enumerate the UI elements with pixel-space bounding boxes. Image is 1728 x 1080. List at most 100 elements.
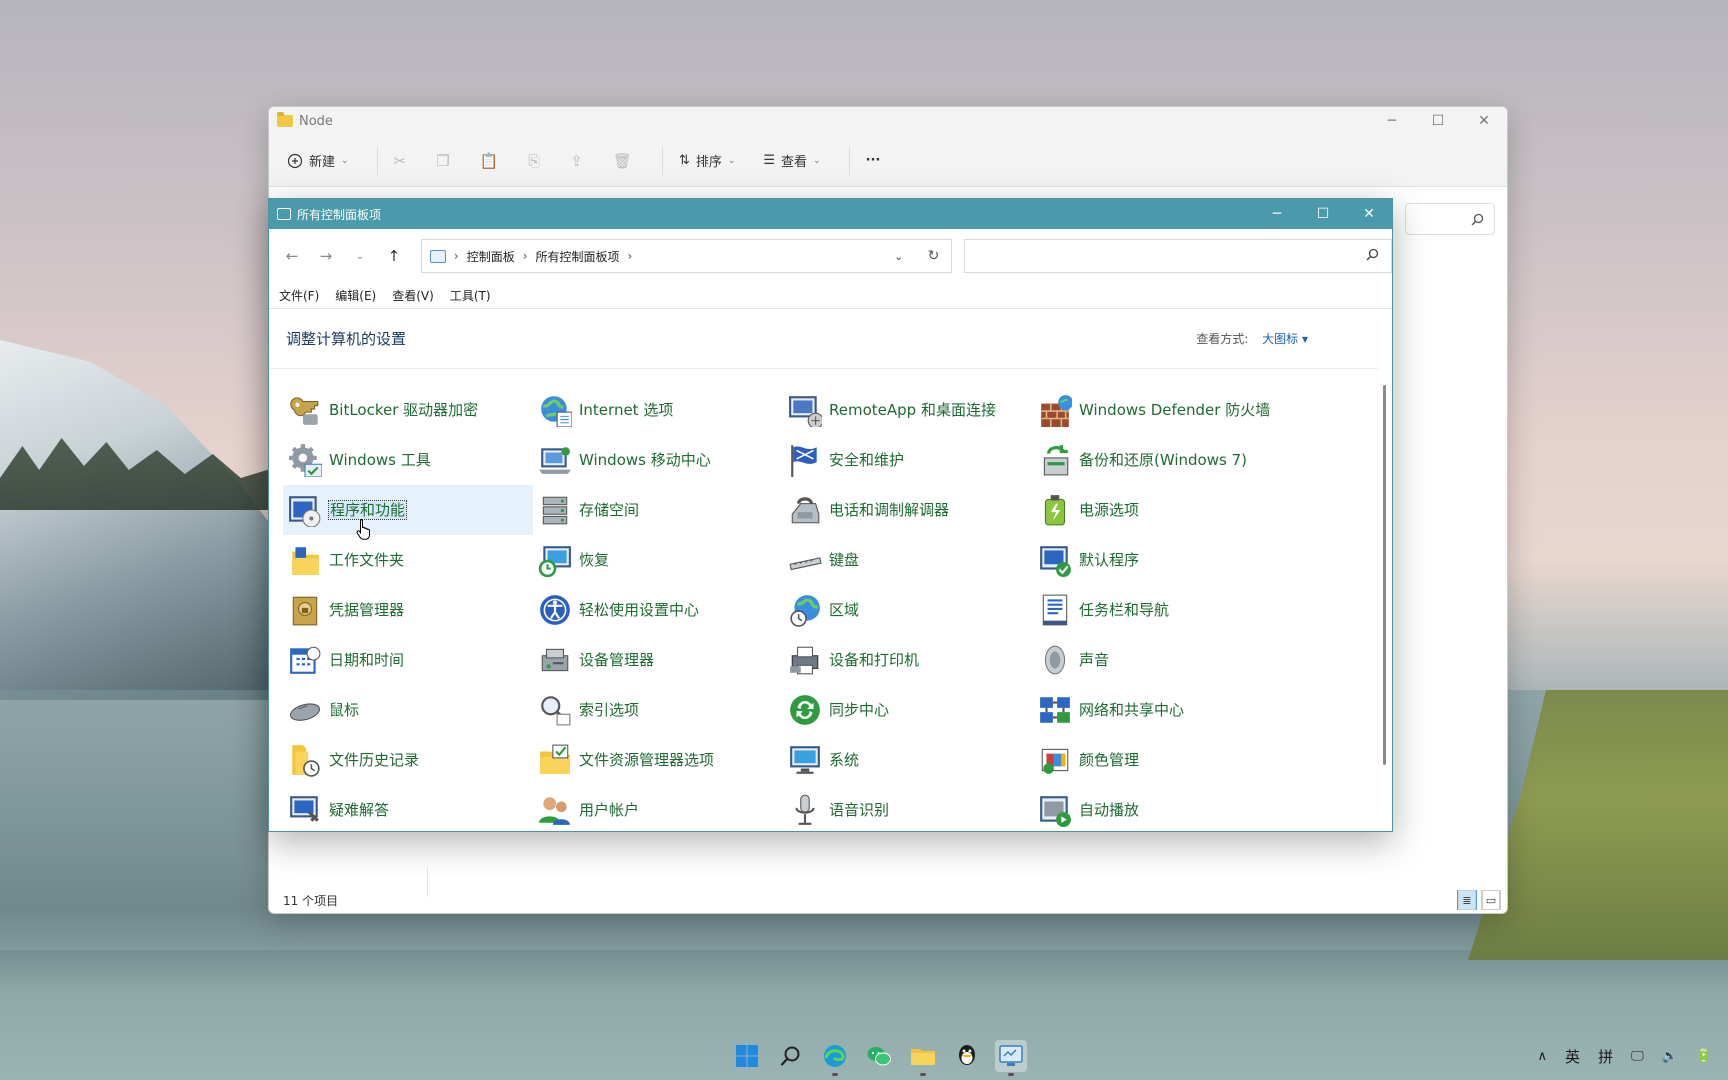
cp-item[interactable]: 安全和维护 xyxy=(783,435,1033,485)
cp-item[interactable]: 用户帐户 xyxy=(533,785,783,831)
cp-item[interactable]: 索引选项 xyxy=(533,685,783,735)
control-panel-taskbar-button[interactable] xyxy=(995,1040,1027,1076)
cp-item[interactable]: Windows 工具 xyxy=(283,435,533,485)
cp-item[interactable]: 日期和时间 xyxy=(283,635,533,685)
cp-item[interactable]: 轻松使用设置中心 xyxy=(533,585,783,635)
network-icon[interactable]: 🖵 xyxy=(1631,1049,1644,1064)
cp-item[interactable]: 区域 xyxy=(783,585,1033,635)
breadcrumb-all-items[interactable]: 所有控制面板项 xyxy=(536,248,620,265)
cp-item[interactable]: Windows Defender 防火墙 xyxy=(1033,385,1283,435)
cp-item[interactable]: 语音识别 xyxy=(783,785,1033,831)
cp-search-box[interactable] xyxy=(964,239,1392,273)
view-button[interactable]: ☰ 查看 ⌄ xyxy=(763,151,820,170)
more-icon: ··· xyxy=(865,153,881,168)
cp-item[interactable]: 文件历史记录 xyxy=(283,735,533,785)
cp-item[interactable]: 存储空间 xyxy=(533,485,783,535)
cp-item[interactable]: 同步中心 xyxy=(783,685,1033,735)
cp-item[interactable]: RemoteApp 和桌面连接 xyxy=(783,385,1033,435)
cp-item[interactable]: 颜色管理 xyxy=(1033,735,1283,785)
delete-button[interactable]: 🗑 xyxy=(613,152,632,170)
cp-item[interactable]: 自动播放 xyxy=(1033,785,1283,831)
refresh-icon[interactable]: ↻ xyxy=(928,248,940,264)
cp-item-label: 系统 xyxy=(829,750,860,769)
cp-item[interactable]: 工作文件夹 xyxy=(283,535,533,585)
explorer-search[interactable] xyxy=(1405,203,1495,235)
start-button[interactable] xyxy=(731,1040,763,1072)
menu-tools[interactable]: 工具(T) xyxy=(450,287,491,304)
search-icon xyxy=(780,1046,800,1066)
explorer-titlebar[interactable]: Node ─ ☐ ✕ xyxy=(269,107,1507,135)
search-input[interactable] xyxy=(965,240,1391,272)
breadcrumb-control-panel[interactable]: 控制面板 xyxy=(467,248,515,265)
control-panel-icon xyxy=(429,249,446,263)
qq-button[interactable] xyxy=(951,1040,983,1072)
cp-item[interactable]: 文件资源管理器选项 xyxy=(533,735,783,785)
copy-button[interactable]: ❐ xyxy=(436,152,449,170)
minimize-button[interactable]: ─ xyxy=(1369,107,1415,135)
cp-titlebar[interactable]: 所有控制面板项 ─ ☐ ✕ xyxy=(269,199,1392,229)
menu-file[interactable]: 文件(F) xyxy=(279,287,319,304)
view-list-icon: ☰ xyxy=(763,153,776,168)
address-bar[interactable]: › 控制面板 › 所有控制面板项 › ⌄ ↻ xyxy=(420,239,953,273)
share-button[interactable]: ⇪ xyxy=(570,152,583,170)
cp-item[interactable]: 程序和功能 xyxy=(283,485,533,535)
menu-view[interactable]: 查看(V) xyxy=(392,287,434,304)
cp-item[interactable]: 声音 xyxy=(1033,635,1283,685)
cp-item[interactable]: 设备管理器 xyxy=(533,635,783,685)
globe-icon xyxy=(537,392,573,428)
toolbar-divider xyxy=(661,146,663,175)
view-by-dropdown[interactable]: 大图标 ▾ xyxy=(1262,332,1308,346)
volume-icon[interactable]: 🔈 xyxy=(1662,1049,1678,1064)
cp-item[interactable]: Internet 选项 xyxy=(533,385,783,435)
back-button[interactable]: ← xyxy=(279,247,305,265)
vertical-scrollbar[interactable] xyxy=(1383,385,1386,765)
tiles-view-button[interactable]: ▭ xyxy=(1481,890,1501,910)
taskbar-search-button[interactable] xyxy=(775,1040,807,1072)
address-dropdown-icon[interactable]: ⌄ xyxy=(894,250,903,263)
paste-button[interactable]: 📋 xyxy=(480,152,499,170)
details-view-icon: ≣ xyxy=(1458,890,1476,910)
cp-item[interactable]: 电源选项 xyxy=(1033,485,1283,535)
close-button[interactable]: ✕ xyxy=(1346,199,1392,229)
maximize-button[interactable]: ☐ xyxy=(1300,199,1346,229)
cp-item[interactable]: 电话和调制解调器 xyxy=(783,485,1033,535)
cp-item[interactable]: 鼠标 xyxy=(283,685,533,735)
cut-button[interactable]: ✂ xyxy=(394,152,407,170)
speaker-icon xyxy=(1037,642,1073,678)
maximize-button[interactable]: ☐ xyxy=(1415,107,1461,135)
cp-item[interactable]: 系统 xyxy=(783,735,1033,785)
rename-button[interactable]: ⎘ xyxy=(528,152,540,170)
close-button[interactable]: ✕ xyxy=(1461,107,1507,135)
edge-icon xyxy=(824,1045,846,1067)
cp-item[interactable]: 疑难解答 xyxy=(283,785,533,831)
forward-button[interactable]: → xyxy=(313,247,339,265)
cp-item[interactable]: 网络和共享中心 xyxy=(1033,685,1283,735)
cp-item[interactable]: 默认程序 xyxy=(1033,535,1283,585)
details-view-button[interactable]: ≣ xyxy=(1457,890,1477,910)
wechat-button[interactable] xyxy=(863,1040,895,1072)
file-explorer-button[interactable] xyxy=(907,1040,939,1076)
recent-locations-button[interactable]: ⌄ xyxy=(347,251,373,262)
menu-edit[interactable]: 编辑(E) xyxy=(335,287,376,304)
cp-item[interactable]: 凭据管理器 xyxy=(283,585,533,635)
input-language-indicator[interactable]: 英 xyxy=(1565,1046,1580,1067)
minimize-button[interactable]: ─ xyxy=(1254,199,1300,229)
cp-item[interactable]: Windows 移动中心 xyxy=(533,435,783,485)
sort-button[interactable]: ⇅ 排序 ⌄ xyxy=(679,151,735,170)
battery-icon[interactable]: 🔋 xyxy=(1696,1049,1712,1064)
up-button[interactable]: ↑ xyxy=(381,247,407,265)
more-button[interactable]: ··· xyxy=(866,153,881,168)
new-button[interactable]: 新建 ⌄ xyxy=(287,151,349,170)
cp-item[interactable]: 备份和还原(Windows 7) xyxy=(1033,435,1283,485)
ime-mode-indicator[interactable]: 拼 xyxy=(1598,1046,1613,1067)
cp-item[interactable]: BitLocker 驱动器加密 xyxy=(283,385,533,435)
cp-item[interactable]: 恢复 xyxy=(533,535,783,585)
cp-item[interactable]: 设备和打印机 xyxy=(783,635,1033,685)
chevron-down-icon: ⌄ xyxy=(813,155,821,166)
cp-item[interactable]: 键盘 xyxy=(783,535,1033,585)
show-hidden-icons-button[interactable]: ∧ xyxy=(1538,1049,1548,1064)
edge-button[interactable] xyxy=(819,1040,851,1076)
keyboard-icon xyxy=(787,542,823,578)
start-icon xyxy=(736,1045,758,1067)
cp-item[interactable]: 任务栏和导航 xyxy=(1033,585,1283,635)
